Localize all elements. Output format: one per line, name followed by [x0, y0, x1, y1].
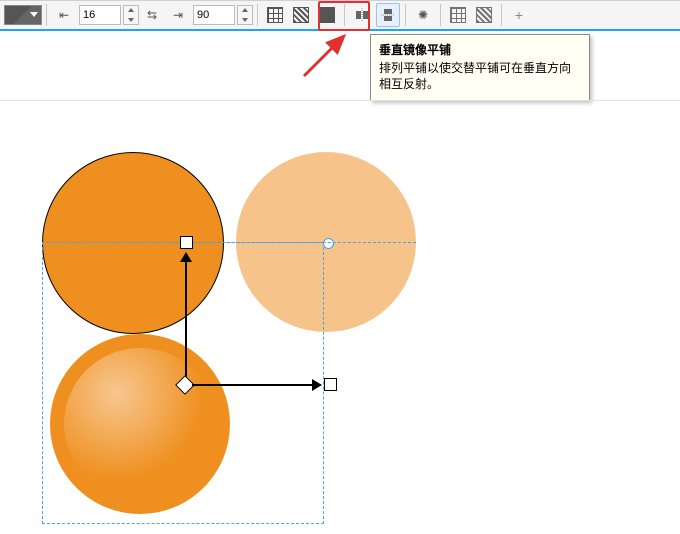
mirror-vertical-btn[interactable] — [376, 3, 400, 27]
tooltip: 垂直镜像平铺 排列平铺以使交替平铺可在垂直方向相互反射。 — [370, 34, 590, 101]
rotate-btn[interactable]: ✺ — [411, 3, 435, 27]
properties-toolbar: ⇤ ⇆ ⇥ — [0, 0, 680, 30]
drawing-canvas[interactable] — [0, 100, 680, 534]
toolbar-separator — [344, 4, 345, 26]
transform-btn-2[interactable] — [472, 3, 496, 27]
mirror-horizontal-btn[interactable] — [350, 3, 374, 27]
h-offset-input[interactable] — [79, 5, 121, 25]
tile-origin-handle[interactable] — [180, 236, 193, 249]
tile-pattern-btn-3[interactable] — [315, 3, 339, 27]
h-axis-arrowhead-icon — [312, 379, 322, 391]
mirror-vertical-icon — [381, 8, 395, 22]
accent-bar — [0, 29, 680, 31]
grid-solid-icon — [319, 7, 335, 23]
tile-origin-node[interactable] — [323, 238, 334, 249]
h-offset-mode-icon[interactable]: ⇆ — [140, 3, 164, 27]
h-offset-stepper[interactable] — [77, 5, 139, 25]
grid-alt-icon — [476, 7, 492, 23]
grid-icon — [267, 7, 283, 23]
rotate-spin[interactable] — [237, 5, 253, 25]
rotate-stepper[interactable] — [191, 5, 253, 25]
tooltip-title: 垂直镜像平铺 — [379, 41, 581, 58]
transform-btn-1[interactable] — [446, 3, 470, 27]
arrow-right-icon: ⇥ — [173, 8, 183, 22]
double-arrow-icon: ⇆ — [147, 8, 157, 22]
rotate-input[interactable] — [193, 5, 235, 25]
guide-hline — [42, 242, 416, 243]
tile-pattern-btn-2[interactable] — [289, 3, 313, 27]
tile-size-handle[interactable] — [324, 378, 337, 391]
sparkle-icon: ✺ — [418, 8, 428, 22]
h-axis-line — [192, 384, 312, 386]
app-window: ⇤ ⇆ ⇥ — [0, 0, 680, 534]
tooltip-body: 排列平铺以使交替平铺可在垂直方向相互反射。 — [379, 60, 581, 92]
h-offset-right-icon[interactable]: ⇥ — [166, 3, 190, 27]
toolbar-separator — [405, 4, 406, 26]
grid-icon — [450, 7, 466, 23]
toolbar-separator — [257, 4, 258, 26]
toolbar-separator — [46, 4, 47, 26]
v-axis-line — [185, 262, 187, 382]
h-offset-spin[interactable] — [123, 5, 139, 25]
add-tool-btn[interactable]: + — [507, 3, 531, 27]
plus-icon: + — [515, 7, 523, 23]
callout-arrow-icon — [300, 30, 360, 80]
arrow-left-icon: ⇤ — [59, 8, 69, 22]
h-offset-left-icon[interactable]: ⇤ — [52, 3, 76, 27]
mirror-horizontal-icon — [355, 8, 369, 22]
tile-pattern-btn-1[interactable] — [263, 3, 287, 27]
v-axis-arrowhead-icon — [180, 252, 192, 262]
toolbar-separator — [501, 4, 502, 26]
grid-alt-icon — [293, 7, 309, 23]
fill-swatch-dropdown[interactable] — [4, 5, 42, 25]
toolbar-separator — [440, 4, 441, 26]
